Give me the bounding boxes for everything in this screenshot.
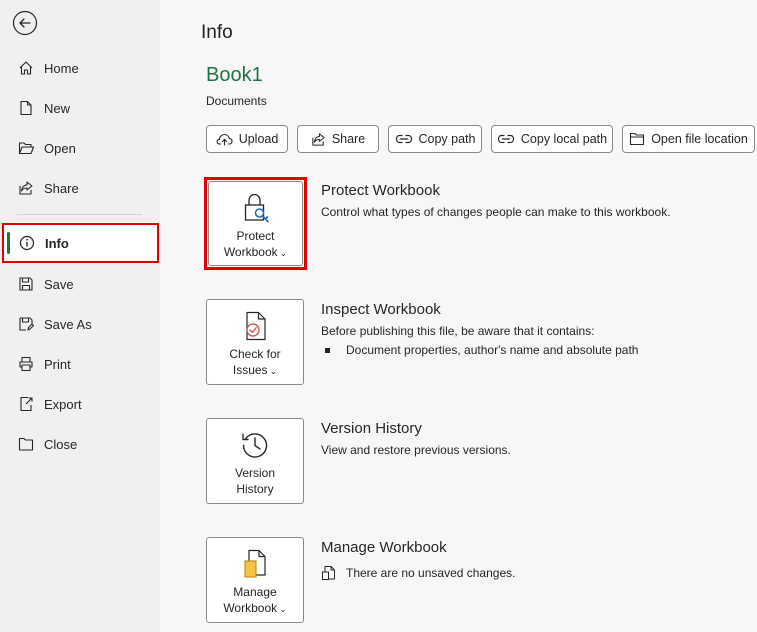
nav-info[interactable]: Info: [2, 223, 159, 263]
tile-label-line1: Manage: [233, 585, 277, 599]
manage-workbook-status-text: There are no unsaved changes.: [346, 566, 516, 580]
save-as-icon: [17, 315, 35, 333]
nav-new[interactable]: New: [0, 90, 160, 126]
nav-label: New: [44, 100, 71, 116]
tile-label-line2: Issues: [232, 363, 268, 377]
manage-workbook-title: Manage Workbook: [321, 539, 447, 556]
version-history-title: Version History: [321, 420, 422, 437]
nav-open[interactable]: Open: [0, 130, 160, 166]
nav-save-as[interactable]: Save As: [0, 306, 160, 342]
nav-share[interactable]: Share: [0, 170, 160, 206]
home-icon: [17, 59, 35, 77]
nav-save[interactable]: Save: [0, 266, 160, 302]
copy-local-path-label: Copy local path: [520, 132, 608, 146]
new-document-icon: [17, 99, 35, 117]
nav-print[interactable]: Print: [0, 346, 160, 382]
nav-label: Home: [44, 60, 79, 76]
info-icon: [18, 234, 36, 252]
close-folder-icon: [17, 435, 35, 453]
nav-label: Save As: [44, 316, 92, 332]
nav-close[interactable]: Close: [0, 426, 160, 462]
upload-button[interactable]: Upload: [206, 125, 288, 153]
inspect-bullet-text: Document properties, author's name and a…: [346, 343, 639, 357]
protect-workbook-title: Protect Workbook: [321, 182, 440, 199]
save-icon: [17, 275, 35, 293]
open-file-location-label: Open file location: [651, 132, 748, 146]
share-icon: [17, 179, 35, 197]
workbook-name: Book1: [206, 64, 263, 86]
copy-path-button[interactable]: Copy path: [388, 125, 482, 153]
info-panel: Info Book1 Documents Upload Share Copy p…: [160, 0, 757, 632]
manage-workbook-status: There are no unsaved changes.: [321, 565, 515, 581]
back-button[interactable]: [12, 10, 38, 36]
chevron-down-icon: ⌄: [269, 366, 278, 376]
version-history-description: View and restore previous versions.: [321, 443, 511, 457]
sidebar-divider: [17, 214, 142, 215]
share-button[interactable]: Share: [297, 125, 379, 153]
tile-label-line1: Check for: [229, 347, 281, 361]
workbook-location: Documents: [206, 94, 267, 108]
upload-label: Upload: [238, 132, 279, 146]
manage-workbook-button[interactable]: Manage Workbook ⌄: [206, 537, 304, 623]
document-status-icon: [321, 565, 336, 581]
tile-label-line2: Workbook: [223, 601, 278, 615]
version-history-button[interactable]: Version History: [206, 418, 304, 504]
tile-label-line2: Workbook: [223, 245, 278, 259]
page-title: Info: [201, 22, 233, 43]
protect-workbook-description: Control what types of changes people can…: [321, 205, 671, 219]
link-icon: [395, 133, 413, 145]
share-label: Share: [331, 132, 366, 146]
inspect-workbook-title: Inspect Workbook: [321, 301, 441, 318]
nav-label: Close: [44, 436, 78, 452]
share-icon: [311, 132, 326, 147]
nav-label: Open: [44, 140, 76, 156]
nav-label: Print: [44, 356, 71, 372]
bullet-icon: [325, 347, 330, 353]
history-clock-icon: [239, 429, 271, 461]
lock-key-icon: [241, 192, 271, 224]
nav-export[interactable]: Export: [0, 386, 160, 422]
nav-label: Save: [44, 276, 74, 292]
check-for-issues-button[interactable]: Check for Issues ⌄: [206, 299, 304, 385]
chevron-down-icon: ⌄: [279, 604, 287, 614]
nav-home[interactable]: Home: [0, 50, 160, 86]
folder-open-icon: [17, 139, 35, 157]
manage-document-icon: [241, 548, 269, 580]
print-icon: [17, 355, 35, 373]
chevron-down-icon: ⌄: [279, 248, 288, 258]
inspect-bullet-item: Document properties, author's name and a…: [325, 343, 638, 357]
open-file-location-button[interactable]: Open file location: [622, 125, 755, 153]
back-arrow-icon: [12, 10, 38, 36]
export-icon: [17, 395, 35, 413]
copy-local-path-button[interactable]: Copy local path: [491, 125, 613, 153]
tile-label-line1: Version: [234, 466, 276, 480]
nav-label: Info: [45, 235, 69, 251]
copy-path-label: Copy path: [418, 132, 476, 146]
backstage-sidebar: Home New Open Share Info Save Save As Pr…: [0, 0, 160, 632]
nav-label: Export: [44, 396, 82, 412]
inspect-workbook-description: Before publishing this file, be aware th…: [321, 324, 595, 338]
check-document-icon: [241, 310, 269, 342]
nav-label: Share: [44, 180, 79, 196]
folder-icon: [629, 132, 645, 146]
cloud-upload-icon: [216, 132, 233, 146]
tile-label-line1: Protect: [236, 229, 275, 243]
link-icon: [497, 133, 515, 145]
tile-label-line2: History: [236, 482, 274, 496]
protect-workbook-button[interactable]: Protect Workbook ⌄: [208, 181, 303, 266]
